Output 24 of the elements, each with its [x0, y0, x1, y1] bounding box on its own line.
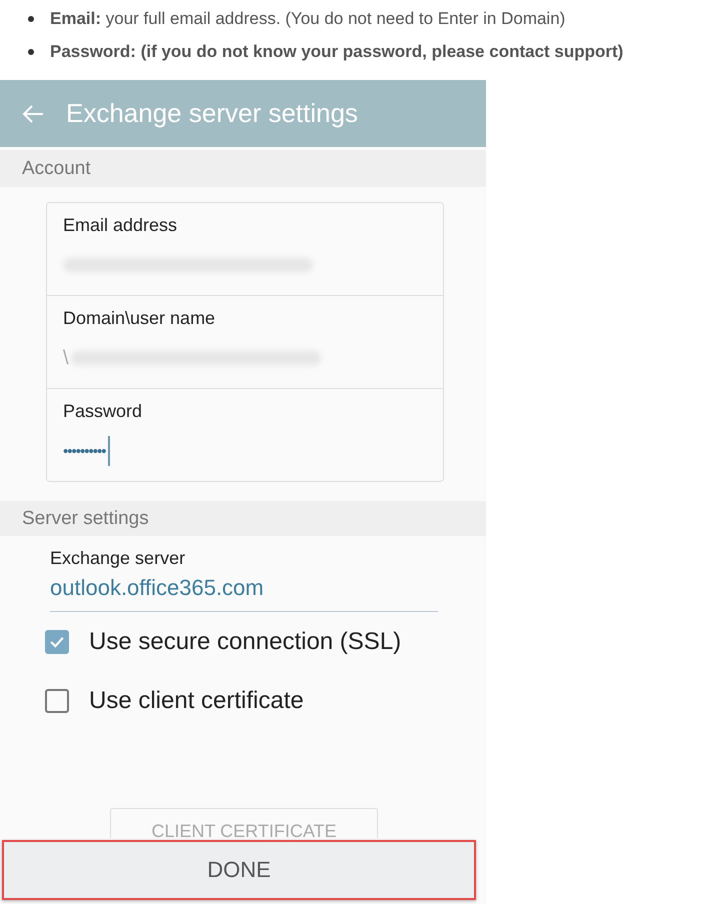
instruction-text: Email: your full email address. (You do not need to Enter in Domain) — [50, 8, 566, 28]
text-cursor — [108, 436, 110, 466]
field-label: Domain\user name — [63, 308, 216, 329]
field-label: Exchange server — [50, 548, 186, 569]
field-value: \ — [63, 346, 69, 370]
input-field[interactable]: •••••••••• — [63, 436, 427, 466]
section-header: Account — [0, 150, 486, 187]
done-button[interactable]: DONE — [2, 840, 476, 900]
password-value: •••••••••• — [63, 442, 106, 460]
input-field[interactable]: \ — [63, 343, 427, 373]
checkbox-label: Use secure connection (SSL) — [89, 628, 402, 656]
screen-title: Exchange server settings — [66, 98, 358, 129]
field-label: Password — [63, 401, 144, 422]
instruction-text: Password: (if you do not know your password, please contact support) — [50, 42, 624, 62]
back-icon[interactable] — [22, 104, 44, 124]
section-header: Server settings — [0, 501, 486, 536]
input-field[interactable]: outlook.office365.com — [50, 569, 438, 612]
field-label: Email address — [63, 215, 178, 236]
checkbox-label: Use client certificate — [89, 686, 304, 714]
checkbox[interactable] — [45, 630, 69, 654]
checkbox[interactable] — [45, 688, 69, 712]
bullet-icon — [28, 16, 34, 22]
client-certificate-button[interactable]: CLIENT CERTIFICATE — [110, 808, 378, 838]
bullet-icon — [28, 48, 34, 54]
